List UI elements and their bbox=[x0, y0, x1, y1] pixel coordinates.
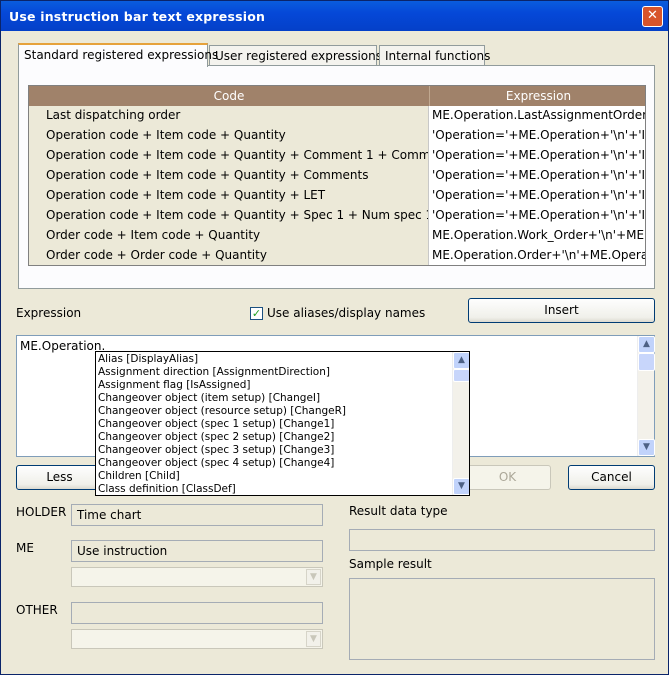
tab-internal-functions[interactable]: Internal functions bbox=[379, 45, 490, 66]
table-row[interactable]: Operation code + Item code + Quantity + … bbox=[29, 186, 645, 206]
expression-cell: ME.Operation.LastAssignmentOrder bbox=[429, 106, 645, 126]
insert-button[interactable]: Insert bbox=[468, 298, 655, 323]
other-field bbox=[71, 602, 323, 624]
expressions-grid: Code Expression Last dispatching order M… bbox=[28, 85, 646, 266]
code-cell: Operation code + Item code + Quantity + … bbox=[29, 146, 429, 166]
holder-field: Time chart bbox=[71, 504, 323, 526]
me-combobox[interactable]: ▼ bbox=[71, 567, 323, 587]
table-row[interactable]: Operation code + Item code + Quantity + … bbox=[29, 166, 645, 186]
autocomplete-item[interactable]: Assignment direction [AssignmentDirectio… bbox=[98, 366, 330, 379]
autocomplete-item[interactable]: Class definition [ClassDef] bbox=[98, 483, 236, 495]
expression-text: ME.Operation. bbox=[20, 339, 106, 353]
code-cell: Operation code + Item code + Quantity + … bbox=[29, 186, 429, 206]
expression-scrollbar[interactable]: ▲ ▼ bbox=[637, 336, 655, 456]
expression-cell: 'Operation='+ME.Operation+'\n'+'Item=' bbox=[429, 166, 645, 186]
table-row[interactable]: Operation code + Item code + Quantity + … bbox=[29, 146, 645, 166]
autocomplete-item[interactable]: Changeover object (item setup) [ChangeI] bbox=[98, 392, 320, 405]
expression-cell: 'Operation='+ME.Operation+'\n'+'Item=' bbox=[429, 186, 645, 206]
tab-user-expressions[interactable]: User registered expressions bbox=[209, 45, 382, 66]
scroll-up-icon[interactable]: ▲ bbox=[453, 352, 469, 369]
aliases-label: Use aliases/display names bbox=[267, 306, 426, 320]
scroll-up-icon[interactable]: ▲ bbox=[638, 336, 655, 353]
chevron-down-icon[interactable]: ▼ bbox=[306, 569, 321, 585]
code-cell: Operation code + Item code + Quantity + … bbox=[29, 206, 429, 226]
autocomplete-item[interactable]: Changeover object (resource setup) [Chan… bbox=[98, 405, 346, 418]
expression-label: Expression bbox=[16, 306, 82, 320]
expression-cell: ME.Operation.Work_Order+'\n'+ME.Op bbox=[429, 226, 645, 246]
autocomplete-item[interactable]: Changeover object (spec 3 setup) [Change… bbox=[98, 444, 334, 457]
other-combobox[interactable]: ▼ bbox=[71, 629, 323, 649]
autocomplete-item[interactable]: Changeover object (spec 1 setup) [Change… bbox=[98, 418, 334, 431]
autocomplete-item[interactable]: Assignment flag [IsAssigned] bbox=[98, 379, 250, 392]
scroll-thumb[interactable] bbox=[638, 353, 655, 371]
cancel-button[interactable]: Cancel bbox=[568, 465, 655, 490]
autocomplete-item[interactable]: Changeover object (spec 2 setup) [Change… bbox=[98, 431, 334, 444]
tab-standard-expressions[interactable]: Standard registered expressions bbox=[18, 43, 218, 67]
expression-cell: 'Operation='+ME.Operation+'\n'+'Item=' bbox=[429, 126, 645, 146]
table-row[interactable]: Order code + Order code + Quantity ME.Op… bbox=[29, 246, 645, 265]
table-row[interactable]: Operation code + Item code + Quantity 'O… bbox=[29, 126, 645, 146]
autocomplete-scrollbar[interactable]: ▲ ▼ bbox=[452, 352, 469, 495]
autocomplete-item[interactable]: Alias [DisplayAlias] bbox=[98, 353, 198, 366]
autocomplete-item[interactable]: Children [Child] bbox=[98, 470, 180, 483]
other-label: OTHER bbox=[16, 603, 58, 617]
close-icon[interactable]: ✕ bbox=[642, 6, 663, 27]
expression-cell: 'Operation='+ME.Operation+'\n'+'Item=' bbox=[429, 146, 645, 166]
me-field: Use instruction bbox=[71, 540, 323, 562]
aliases-checkbox[interactable]: ✓ bbox=[250, 307, 263, 320]
holder-label: HOLDER bbox=[16, 505, 67, 519]
autocomplete-list[interactable]: Alias [DisplayAlias] Assignment directio… bbox=[95, 351, 470, 496]
code-cell: Order code + Item code + Quantity bbox=[29, 226, 429, 246]
title-bar[interactable]: Use instruction bar text expression ✕ bbox=[1, 1, 668, 31]
scroll-thumb[interactable] bbox=[453, 369, 469, 382]
ok-button[interactable]: OK bbox=[464, 465, 551, 490]
less-button[interactable]: Less bbox=[16, 465, 103, 490]
me-label: ME bbox=[16, 541, 34, 555]
result-data-type-label: Result data type bbox=[349, 504, 448, 518]
expression-cell: 'Operation='+ME.Operation+'\n'+'Item=' bbox=[429, 206, 645, 226]
scroll-down-icon[interactable]: ▼ bbox=[453, 478, 469, 495]
expression-cell: ME.Operation.Order+'\n'+ME.Operation bbox=[429, 246, 645, 265]
code-cell: Last dispatching order bbox=[29, 106, 429, 126]
code-cell: Operation code + Item code + Quantity + … bbox=[29, 166, 429, 186]
sample-result-field bbox=[349, 578, 655, 660]
chevron-down-icon[interactable]: ▼ bbox=[306, 631, 321, 647]
scroll-down-icon[interactable]: ▼ bbox=[638, 439, 655, 456]
window-title: Use instruction bar text expression bbox=[9, 9, 266, 24]
table-row[interactable]: Operation code + Item code + Quantity + … bbox=[29, 206, 645, 226]
table-row[interactable]: Last dispatching order ME.Operation.Last… bbox=[29, 106, 645, 126]
result-data-type-field bbox=[349, 529, 655, 551]
column-header-code[interactable]: Code bbox=[29, 86, 429, 106]
code-cell: Operation code + Item code + Quantity bbox=[29, 126, 429, 146]
dialog-window: Use instruction bar text expression ✕ St… bbox=[0, 0, 669, 675]
tab-panel: Code Expression Last dispatching order M… bbox=[18, 65, 655, 289]
sample-result-label: Sample result bbox=[349, 557, 432, 571]
table-row[interactable]: Order code + Item code + Quantity ME.Ope… bbox=[29, 226, 645, 246]
autocomplete-item[interactable]: Changeover object (spec 4 setup) [Change… bbox=[98, 457, 334, 470]
column-header-expression[interactable]: Expression bbox=[429, 86, 645, 106]
code-cell: Order code + Order code + Quantity bbox=[29, 246, 429, 265]
